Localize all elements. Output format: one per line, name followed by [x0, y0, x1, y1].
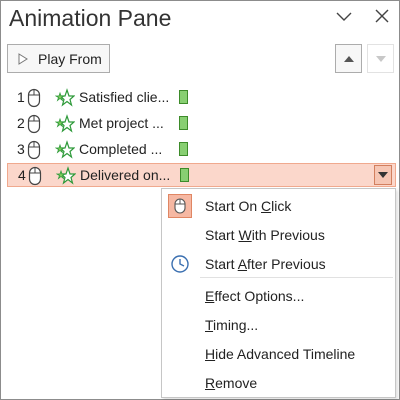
star-effect-icon: [55, 114, 75, 133]
menu-item-label: Effect Options...: [205, 288, 305, 304]
menu-item-start-with-previous[interactable]: Start With Previous: [162, 220, 395, 249]
mouse-click-icon: [27, 140, 41, 160]
pane-title: Animation Pane: [9, 5, 172, 31]
triangle-up-icon: [343, 55, 354, 62]
menu-item-remove[interactable]: Remove: [162, 368, 395, 397]
mouse-click-icon: [168, 194, 192, 218]
mouse-click-icon: [27, 114, 41, 134]
move-down-button[interactable]: [367, 44, 394, 73]
triangle-down-icon: [375, 55, 386, 62]
animation-name: Met project ...: [79, 115, 164, 131]
menu-item-label: Remove: [205, 375, 258, 391]
menu-item-hide-advanced-timeline[interactable]: Hide Advanced Timeline: [162, 339, 395, 368]
menu-item-effect-options[interactable]: Effect Options...: [162, 281, 395, 310]
animation-name: Completed ...: [79, 141, 163, 157]
close-pane-button[interactable]: [370, 7, 394, 27]
mouse-click-icon: [27, 88, 41, 108]
animation-number: 4: [18, 167, 26, 183]
triangle-down-icon: [378, 172, 388, 178]
timeline-bar: [180, 168, 189, 182]
animation-pane: Animation Pane Play From 1 Satisfied cli…: [0, 0, 400, 400]
animation-number: 2: [17, 115, 25, 131]
close-icon: [375, 9, 389, 23]
menu-item-start-on-click[interactable]: Start On Click: [162, 191, 395, 220]
animation-name: Delivered on...: [80, 167, 171, 183]
collapse-pane-button[interactable]: [332, 7, 356, 27]
play-icon: [18, 52, 28, 65]
play-from-button[interactable]: Play From: [7, 44, 110, 73]
star-effect-icon: [55, 88, 75, 107]
menu-item-label: Start On Click: [205, 198, 292, 214]
menu-separator: [200, 277, 393, 278]
star-effect-icon: [55, 140, 75, 159]
animation-row[interactable]: 2 Met project ...: [7, 112, 396, 136]
menu-item-timing[interactable]: Timing...: [162, 310, 395, 339]
timeline-bar: [179, 142, 188, 156]
menu-item-label: Timing...: [205, 317, 259, 333]
chevron-down-icon: [336, 12, 352, 21]
animation-row[interactable]: 3 Completed ...: [7, 138, 396, 162]
clock-icon: [168, 252, 192, 276]
menu-item-label: Start After Previous: [205, 256, 326, 272]
mouse-click-icon: [28, 166, 42, 186]
timeline-bar: [179, 90, 188, 104]
menu-item-start-after-previous[interactable]: Start After Previous: [162, 249, 395, 278]
play-from-label: Play From: [38, 50, 102, 67]
timeline-bar: [179, 116, 188, 130]
animation-dropdown-button[interactable]: [374, 165, 392, 185]
animation-name: Satisfied clie...: [79, 89, 170, 105]
animation-row[interactable]: 1 Satisfied clie...: [7, 86, 396, 110]
animation-context-menu: Start On Click Start With Previous Start…: [161, 188, 396, 398]
animation-number: 3: [17, 141, 25, 157]
menu-item-label: Hide Advanced Timeline: [205, 346, 356, 362]
animation-number: 1: [17, 89, 25, 105]
move-up-button[interactable]: [335, 44, 362, 73]
star-effect-icon: [56, 166, 76, 185]
animation-row-selected[interactable]: 4 Delivered on...: [7, 163, 396, 187]
menu-item-label: Start With Previous: [205, 227, 325, 243]
